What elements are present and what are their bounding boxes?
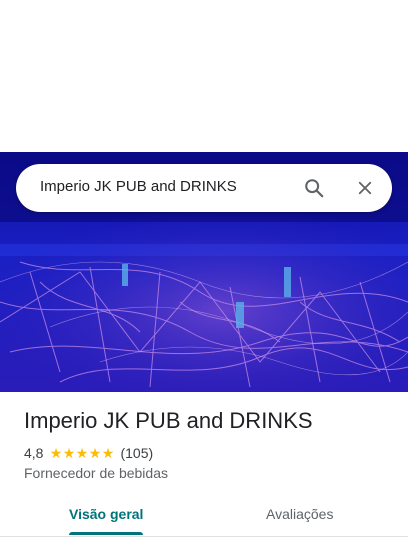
star-icon: ★ <box>101 445 115 461</box>
tab-overview[interactable]: Visão geral <box>69 506 143 522</box>
top-blank-area <box>0 0 408 152</box>
close-icon <box>358 181 372 195</box>
rating-row[interactable]: 4,8 ★ ★ ★ ★ ★ (105) <box>24 444 153 462</box>
star-icon: ★ <box>88 445 102 461</box>
tab-reviews[interactable]: Avaliações <box>266 506 333 522</box>
search-input[interactable]: Imperio JK PUB and DRINKS <box>40 178 237 195</box>
star-icon: ★ <box>49 445 63 461</box>
rating-value: 4,8 <box>24 445 44 461</box>
place-category: Fornecedor de bebidas <box>24 465 168 481</box>
active-tab-indicator <box>69 532 143 535</box>
star-icon: ★ <box>75 445 89 461</box>
review-count[interactable]: (105) <box>120 445 153 461</box>
place-tabs: Visão geral Avaliações <box>0 494 408 537</box>
search-button[interactable] <box>300 174 328 202</box>
rating-stars: ★ ★ ★ ★ ★ <box>49 445 115 461</box>
close-button[interactable] <box>351 174 379 202</box>
place-name: Imperio JK PUB and DRINKS <box>24 408 313 433</box>
search-icon <box>305 179 324 198</box>
search-bar[interactable]: Imperio JK PUB and DRINKS <box>16 164 392 212</box>
star-icon: ★ <box>62 445 76 461</box>
